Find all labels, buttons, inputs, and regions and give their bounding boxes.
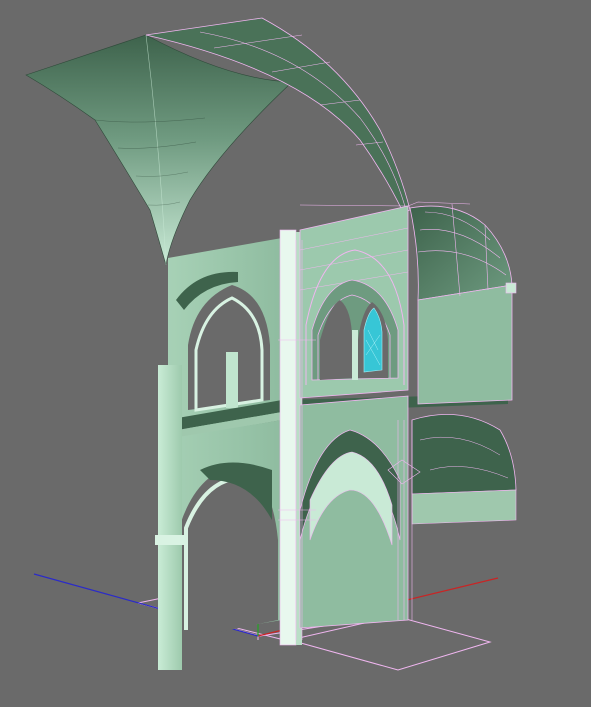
upper-wall-right[interactable] xyxy=(299,205,409,399)
3d-viewport[interactable] xyxy=(0,0,591,707)
upper-wall-left[interactable] xyxy=(168,238,282,430)
vault-canopy[interactable] xyxy=(25,34,293,266)
barrel-vault-right[interactable] xyxy=(409,203,517,405)
pillar-center[interactable] xyxy=(279,229,302,646)
lower-arcade-right[interactable] xyxy=(299,395,517,629)
pillar-left[interactable] xyxy=(155,365,185,670)
model-scene[interactable] xyxy=(0,0,591,707)
